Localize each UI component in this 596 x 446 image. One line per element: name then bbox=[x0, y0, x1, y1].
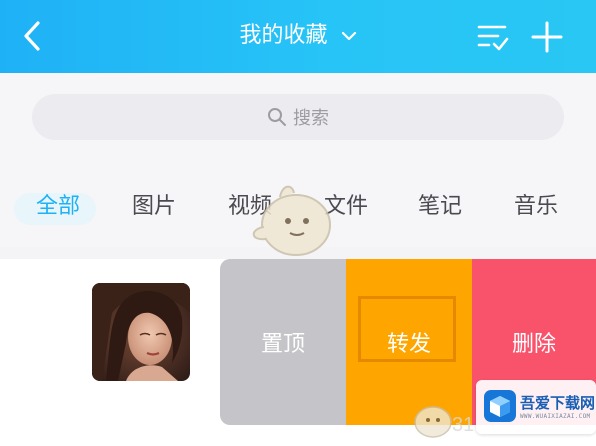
tab-all[interactable]: 全部 bbox=[18, 191, 98, 223]
search-area: 搜索 bbox=[0, 73, 596, 165]
plus-icon[interactable] bbox=[530, 20, 564, 54]
watermark-number: 31 bbox=[452, 414, 475, 436]
page-title: 我的收藏 bbox=[239, 23, 328, 48]
mascot-watermark-icon bbox=[252, 185, 331, 256]
delete-label: 删除 bbox=[511, 332, 556, 357]
top-navigation-bar: 我的收藏 bbox=[0, 0, 596, 73]
list-check-icon[interactable] bbox=[476, 22, 510, 52]
forward-highlight-frame bbox=[358, 296, 456, 362]
chevron-down-icon bbox=[341, 31, 356, 41]
pin-button[interactable]: 置顶 bbox=[220, 259, 346, 425]
tab-music[interactable]: 音乐 bbox=[496, 191, 576, 223]
watermark-title: 吾爱下载网 bbox=[520, 394, 596, 412]
search-input[interactable]: 搜索 bbox=[32, 94, 564, 140]
item-thumbnail[interactable] bbox=[92, 283, 190, 381]
tab-notes[interactable]: 笔记 bbox=[400, 191, 480, 223]
small-mascot-watermark-icon bbox=[414, 406, 452, 438]
watermark-url: WWW.WUAIXIAZAI.COM bbox=[520, 413, 591, 420]
cube-logo-icon bbox=[484, 390, 516, 422]
tab-images[interactable]: 图片 bbox=[114, 191, 194, 223]
site-watermark: 吾爱下载网 WWW.WUAIXIAZAI.COM bbox=[476, 380, 596, 434]
search-icon bbox=[268, 108, 286, 126]
pin-label: 置顶 bbox=[260, 332, 305, 357]
search-placeholder: 搜索 bbox=[293, 108, 329, 129]
